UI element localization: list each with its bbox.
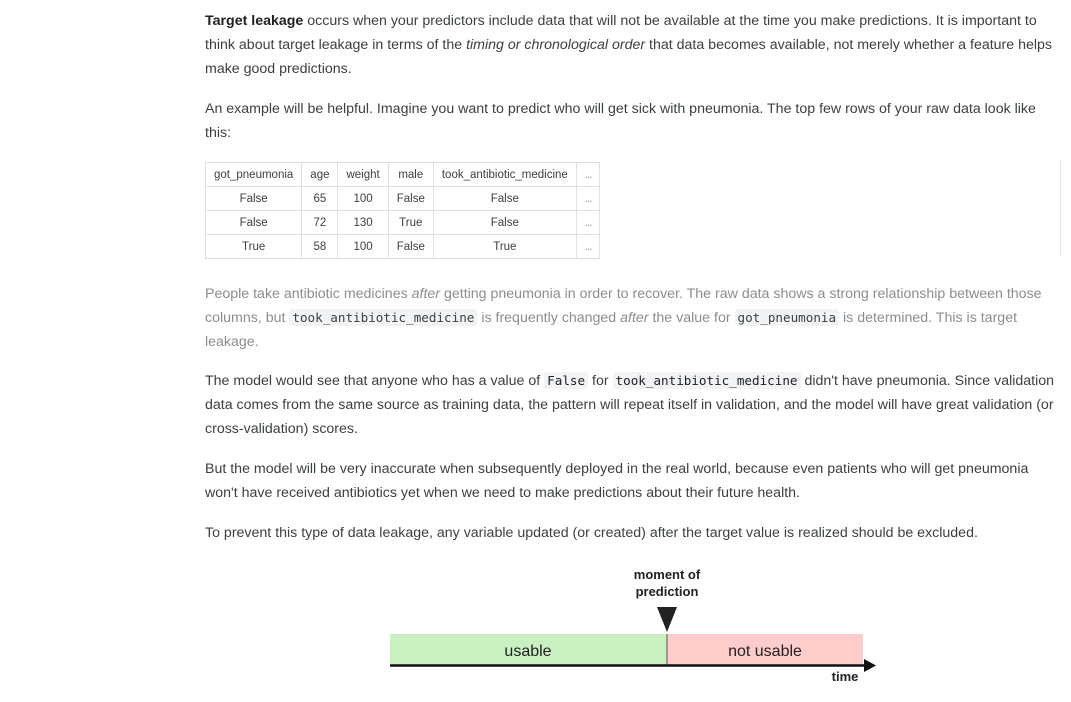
code-took-antibiotic-medicine: took_antibiotic_medicine (612, 372, 801, 389)
paragraph-model-validation: The model would see that anyone who has … (205, 372, 1055, 437)
code-false: False (544, 372, 589, 389)
table-cell: True (432, 234, 577, 259)
code-got-pneumonia: got_pneumonia (734, 309, 840, 326)
table-cell: False (387, 186, 434, 211)
time-axis-label: time (832, 669, 859, 684)
table-cell: False (432, 210, 577, 235)
table-row: False 65 100 False False ... (204, 186, 601, 211)
column-header: male (387, 162, 434, 187)
paragraph-example-intro: An example will be helpful. Imagine you … (205, 101, 1036, 141)
table-scroll-edge (1060, 160, 1061, 256)
table-cell: 65 (301, 186, 339, 211)
table-cell: False (204, 210, 303, 235)
table-cell: ... (575, 210, 601, 235)
column-header: age (301, 162, 339, 187)
usable-label: usable (504, 643, 551, 660)
table-cell: 100 (337, 186, 389, 211)
code-took-antibiotic-medicine: took_antibiotic_medicine (289, 309, 478, 326)
table-cell: ... (575, 186, 601, 211)
table-cell: 58 (301, 234, 339, 259)
table-cell: False (432, 186, 577, 211)
paragraph-real-world-inaccuracy: But the model will be very inaccurate wh… (205, 461, 1029, 501)
moment-of-prediction-arrow-icon (657, 607, 677, 632)
table-cell: True (204, 234, 303, 259)
paragraph-prevention: To prevent this type of data leakage, an… (205, 525, 978, 541)
column-header: took_antibiotic_medicine (432, 162, 577, 187)
term-target-leakage: Target leakage (205, 13, 304, 29)
paragraph-target-leakage-definition: Target leakage occurs when your predicto… (205, 13, 1053, 77)
timeline-diagram: moment of prediction usable not usable t… (390, 567, 876, 684)
table-cell: 130 (337, 210, 389, 235)
column-header: got_pneumonia (204, 162, 303, 187)
column-header-ellipsis: ... (575, 162, 601, 187)
moment-of-prediction-label-line1: moment of (634, 567, 701, 582)
table-row: False 72 130 True False ... (204, 210, 601, 235)
table-row: True 58 100 False True ... (204, 234, 601, 259)
table-cell: 100 (337, 234, 389, 259)
time-axis-arrow-icon (864, 659, 876, 672)
moment-of-prediction-label-line2: prediction (636, 584, 699, 599)
paragraph-antibiotic-explanation: People take antibiotic medicines after g… (205, 286, 1042, 350)
table-header-row: got_pneumonia age weight male took_antib… (204, 162, 601, 187)
table-cell: ... (575, 234, 601, 259)
table-cell: 72 (301, 210, 339, 235)
column-header: weight (337, 162, 389, 187)
not-usable-label: not usable (728, 643, 802, 660)
raw-data-table: got_pneumonia age weight male took_antib… (204, 162, 601, 259)
table-cell: False (387, 234, 434, 259)
table-cell: True (387, 210, 434, 235)
table-cell: False (204, 186, 303, 211)
